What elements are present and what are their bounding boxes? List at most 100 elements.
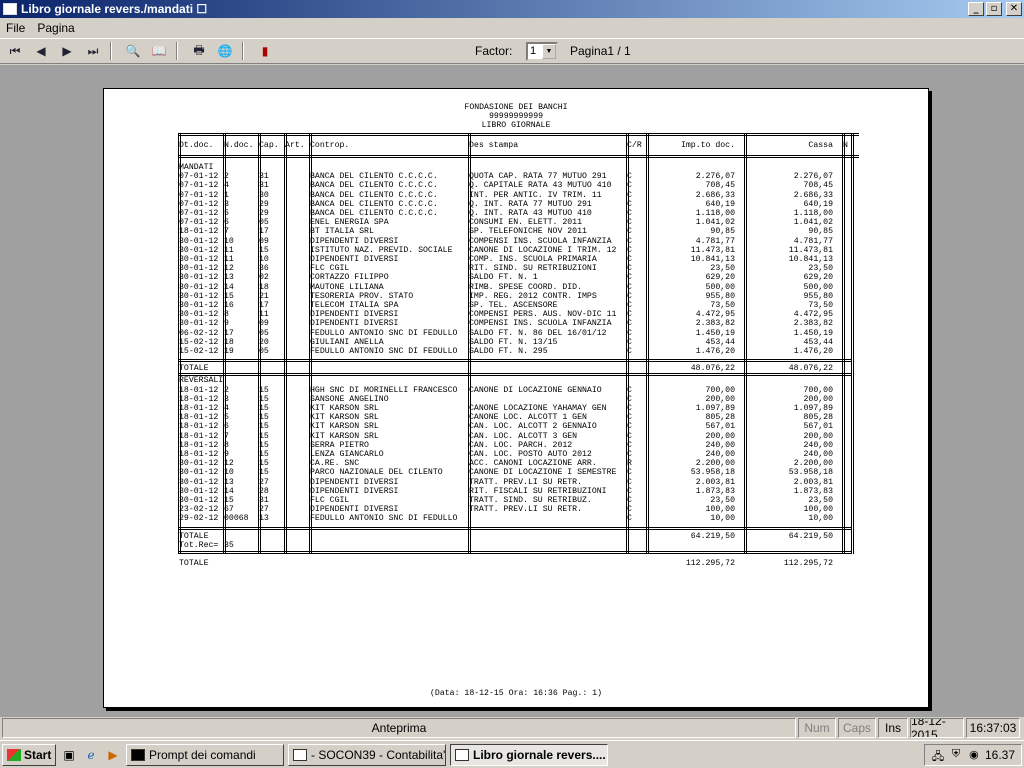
mandato-row-cell: 2.383,82 (695, 319, 735, 329)
reversale-row-cell: CANONE DI LOCAZIONE GENNAIO (469, 385, 602, 395)
tray-clock: 16.37 (984, 748, 1015, 762)
exit-icon[interactable]: ▮ (254, 41, 276, 61)
column-divider (258, 133, 261, 554)
first-page-icon[interactable]: ⏮ (4, 41, 26, 61)
mandato-row-cell: 30-01-12 (179, 264, 219, 274)
reversale-row-cell: 14 (224, 486, 234, 496)
reversale-row-cell: 3 (224, 394, 229, 404)
factor-value: 1 (530, 45, 537, 57)
reversale-row-cell: 28 (259, 486, 269, 496)
mandato-row-cell: 30-01-12 (179, 319, 219, 329)
mandato-row-cell: 07-01-12 (179, 190, 219, 200)
status-main: Anteprima (2, 718, 796, 738)
mandato-row-cell: 708,45 (705, 181, 735, 191)
mandato-row-cell: C (627, 172, 632, 182)
reversale-row-cell: 15 (259, 450, 269, 459)
search-icon[interactable]: 🔍 (122, 41, 144, 61)
task-libro-giornale[interactable]: Libro giornale revers.... (450, 743, 608, 766)
mandato-row-cell: 2.276,07 (695, 172, 735, 182)
separator-line (179, 551, 851, 554)
menu-pagina[interactable]: Pagina (37, 21, 74, 35)
minimize-button[interactable]: _ (968, 2, 984, 16)
reversale-row-cell: DIPENDENTI DIVERSI (310, 477, 399, 487)
mandato-row-cell: 1.450,19 (793, 328, 833, 338)
reversale-row-cell: 700,00 (803, 385, 833, 395)
mandato-row-cell: C (627, 227, 632, 237)
column-header: Controp. (310, 141, 350, 150)
windows-flag-icon (7, 748, 21, 761)
reversale-row-cell: 00068 (224, 514, 249, 524)
reversale-row-cell: 2 (224, 385, 229, 395)
reversale-row-cell: 200,00 (705, 431, 735, 441)
reversale-row-cell: CAN. LOC. ALCOTT 3 GEN (469, 431, 578, 441)
reversale-row-cell: SANSONE ANGELINO (310, 394, 389, 404)
reversale-row-cell: 200,00 (705, 394, 735, 404)
reversale-row-cell: 18-01-12 (179, 422, 219, 432)
factor-select[interactable]: 1 ▼ (526, 42, 558, 61)
taskbar: Start ▣ ℯ ▶ Prompt dei comandi - SOCON39… (0, 740, 1024, 768)
reversale-row-cell: 30-01-12 (179, 486, 219, 496)
security-icon[interactable]: ⛨ (949, 748, 963, 762)
toolbar-separator (242, 42, 244, 60)
mandato-row-cell: COMPENSI INS. SCUOLA INFANZIA (469, 319, 612, 329)
network-icon[interactable]: 🖧 (931, 748, 945, 763)
mandato-row-cell: 708,45 (803, 181, 833, 191)
mandato-row-cell: 3 (224, 199, 229, 209)
mandato-row-cell: 955,80 (705, 291, 735, 301)
reversale-row-cell: 30-01-12 (179, 477, 219, 487)
toolbar-separator (110, 42, 112, 60)
mandato-row-cell: 1.476,20 (695, 347, 735, 356)
next-page-icon[interactable]: ▶ (56, 41, 78, 61)
window-title: Libro giornale revers./mandati ☐ (21, 2, 208, 16)
mandato-row-cell: FEDULLO ANTONIO SNC DI FEDULLO (310, 347, 458, 356)
reversale-row-cell: C (627, 514, 632, 524)
chevron-down-icon[interactable]: ▼ (542, 44, 556, 59)
mandato-row-cell: 1.476,20 (793, 347, 833, 356)
mandato-row-cell: RIT. SIND. SU RETRIBUZIONI (469, 264, 597, 274)
reversale-row-cell: 10 (224, 468, 234, 478)
column-header: Des stampa (469, 141, 519, 150)
reversale-row-cell: 18-01-12 (179, 413, 219, 423)
mandato-row-cell: C (627, 255, 632, 264)
status-num: Num (798, 718, 836, 738)
internet-explorer-icon[interactable]: ℯ (82, 746, 100, 764)
mandato-row-cell: C (627, 218, 632, 228)
start-button[interactable]: Start (2, 743, 56, 766)
menu-file[interactable]: File (6, 21, 25, 35)
mandato-row-cell: DIPENDENTI DIVERSI (310, 319, 399, 329)
task-prompt[interactable]: Prompt dei comandi (126, 743, 284, 766)
task-socon39[interactable]: - SOCON39 - Contabilita'... (288, 743, 446, 766)
export-icon[interactable]: 🌐 (214, 41, 236, 61)
close-button[interactable]: ✕ (1006, 2, 1022, 16)
mandato-row-cell: 73,50 (710, 301, 735, 310)
mandato-row-cell: 05 (259, 218, 269, 228)
mandato-row-cell: 4.472,95 (793, 310, 833, 320)
reversale-row-cell: 53.958,18 (788, 468, 833, 478)
show-desktop-icon[interactable]: ▣ (60, 746, 78, 764)
separator-line (179, 373, 851, 377)
reversale-row-cell: 1.873,83 (793, 486, 833, 496)
column-divider (468, 133, 471, 554)
book-icon[interactable]: 📖 (148, 41, 170, 61)
mandato-row-cell: 6 (224, 218, 229, 228)
preview-area[interactable]: FONDASIONE DEI BANCHI 99999999999 LIBRO … (0, 65, 1024, 717)
reversale-row-cell: TRATT. SIND. SU RETRIBUZ. (469, 496, 592, 505)
mandato-row-cell: Q. INT. RATA 43 MUTUO 410 (469, 209, 592, 218)
prev-page-icon[interactable]: ◀ (30, 41, 52, 61)
media-player-icon[interactable]: ▶ (104, 746, 122, 764)
last-page-icon[interactable]: ⏭ (82, 41, 104, 61)
mandato-row-cell: 18 (224, 337, 234, 347)
reversale-row-cell: KIT KARSON SRL (310, 431, 379, 441)
print-icon[interactable]: 🖶 (188, 41, 210, 61)
reversale-row-cell: C (627, 431, 632, 441)
maximize-button[interactable]: ▫ (986, 2, 1002, 16)
mandato-row-cell: ISTITUTO NAZ. PREVID. SOCIALE (310, 245, 453, 255)
mandato-row-cell: 07-01-12 (179, 218, 219, 228)
antivirus-icon[interactable]: ◉ (967, 748, 981, 762)
mandato-row-cell: 30-01-12 (179, 273, 219, 283)
reversale-row-cell: 27 (259, 477, 269, 487)
mandato-row-cell: 10 (259, 255, 269, 264)
mandato-row-cell: TELECOM ITALIA SPA (310, 301, 399, 310)
reversale-row-cell: 2.200,00 (695, 459, 735, 469)
toolbar-separator (176, 42, 178, 60)
